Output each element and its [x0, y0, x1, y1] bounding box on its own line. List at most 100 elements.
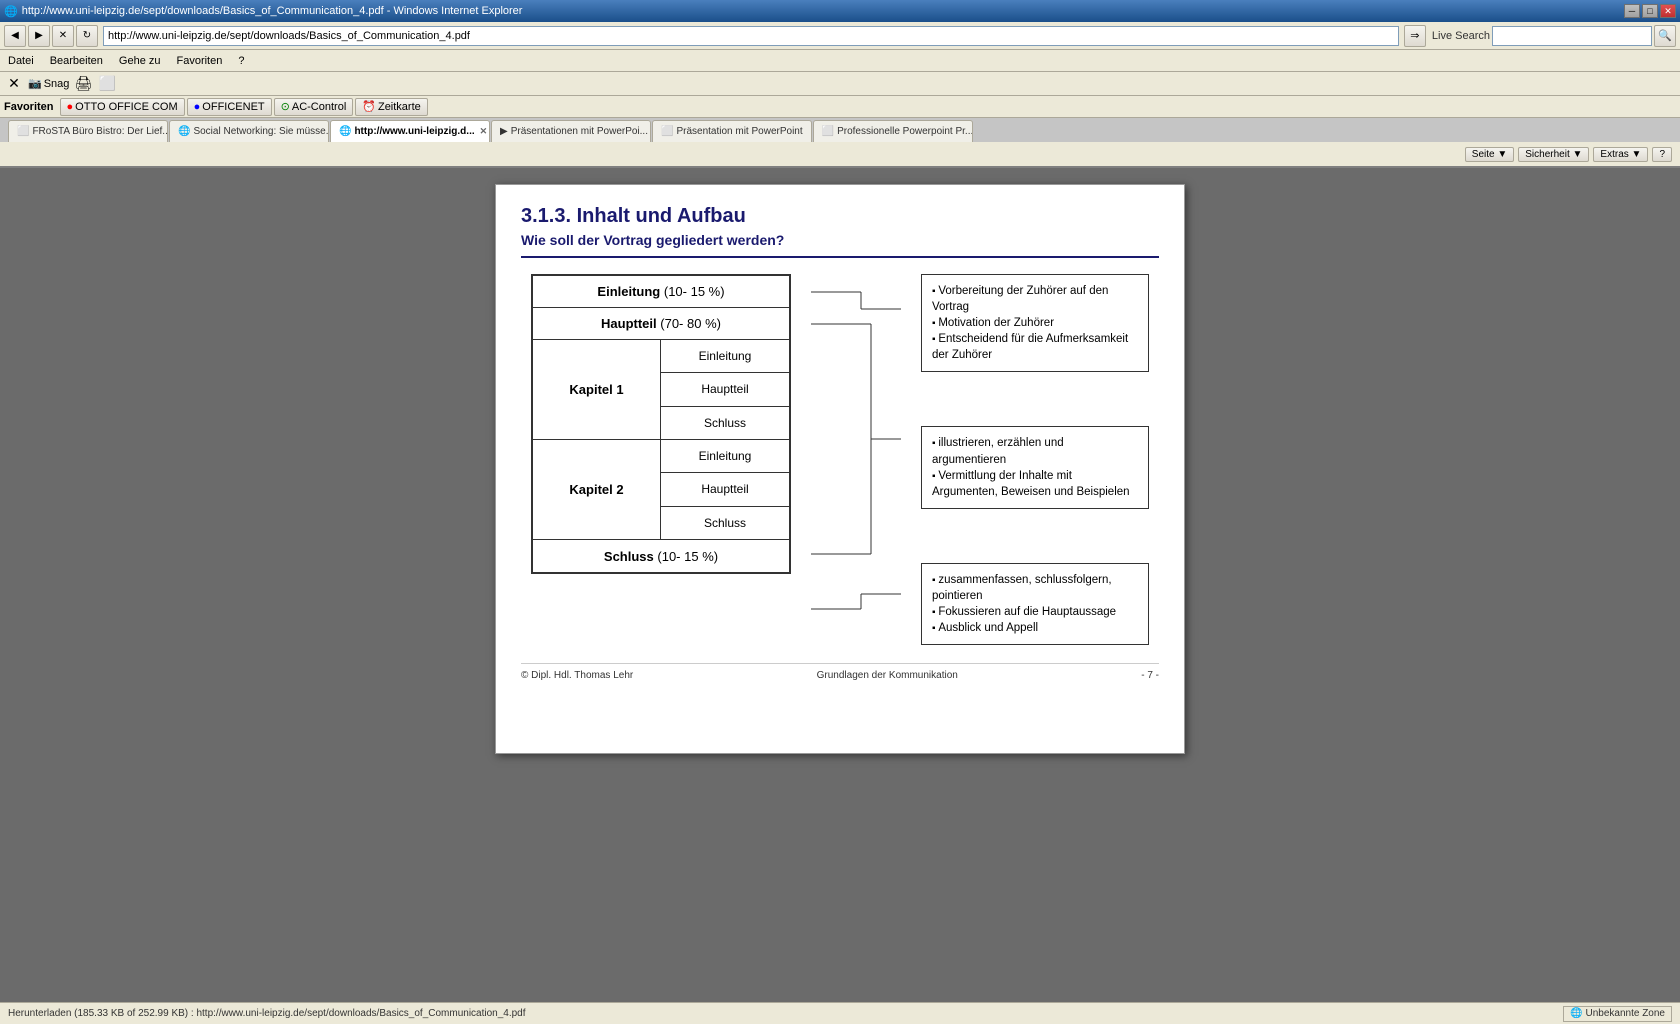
- address-bar[interactable]: [103, 26, 1399, 46]
- kapitel1-sub: Einleitung Hauptteil Schluss: [661, 340, 789, 439]
- close-button[interactable]: ✕: [1660, 4, 1676, 18]
- k2-schluss: Schluss: [661, 507, 789, 539]
- slide-footer: © Dipl. Hdl. Thomas Lehr Grundlagen der …: [521, 663, 1159, 681]
- hauptteil-row: Hauptteil (70- 80 %): [533, 308, 789, 340]
- annotation-2: illustrieren, erzählen und argumentieren…: [921, 426, 1149, 508]
- back-button[interactable]: ◀: [4, 25, 26, 47]
- tab-5[interactable]: ⬜ Professionelle Powerpoint Pr...: [813, 120, 973, 142]
- zone-icon: 🌐: [1570, 1008, 1582, 1019]
- annotations-area: Vorbereitung der Zuhörer auf den Vortrag…: [921, 274, 1149, 645]
- einleitung-percent: (10- 15 %): [664, 284, 725, 299]
- menu-gehe-zu[interactable]: Gehe zu: [115, 53, 165, 69]
- sicherheit-button[interactable]: Sicherheit ▼: [1518, 147, 1589, 162]
- search-label: Live Search: [1432, 30, 1490, 42]
- fav-otto[interactable]: ● OTTO OFFICE COM: [60, 98, 185, 116]
- download-info: Herunterladen (185.33 KB of 252.99 KB) :…: [8, 1008, 526, 1019]
- fav-officenet[interactable]: ● OFFICENET: [187, 98, 272, 116]
- tab-2-favicon: 🌐: [339, 126, 351, 137]
- forward-button[interactable]: ▶: [28, 25, 50, 47]
- tab-2[interactable]: 🌐 http://www.uni-leipzig.d... ✕: [330, 120, 490, 142]
- title-bar: 🌐 http://www.uni-leipzig.de/sept/downloa…: [0, 0, 1680, 22]
- annotation-1: Vorbereitung der Zuhörer auf den Vortrag…: [921, 274, 1149, 372]
- slide-divider: [521, 256, 1159, 258]
- slide-subtitle: Wie soll der Vortrag gegliedert werden?: [521, 232, 1159, 248]
- snag-icon: 📷: [28, 77, 42, 90]
- kapitel2-row: Kapitel 2 Einleitung Hauptteil Schluss: [533, 440, 789, 540]
- zone-label: Unbekannte Zone: [1585, 1008, 1665, 1019]
- tab-0-favicon: ⬜: [17, 126, 29, 137]
- kapitel1-cell: Kapitel 1: [533, 340, 661, 439]
- hauptteil-percent: (70- 80 %): [660, 316, 721, 331]
- k2-hauptteil: Hauptteil: [661, 473, 789, 506]
- refresh-button[interactable]: ↻: [76, 25, 98, 47]
- structure-area: Einleitung (10- 15 %) Hauptteil (70- 80 …: [531, 274, 791, 574]
- titlebar-controls[interactable]: ─ □ ✕: [1624, 4, 1676, 18]
- seite-button[interactable]: Seite ▼: [1465, 147, 1514, 162]
- fav-zeitkarte-icon: ⏰: [362, 100, 376, 113]
- footer-left: © Dipl. Hdl. Thomas Lehr: [521, 670, 633, 681]
- footer-center: Grundlagen der Kommunikation: [817, 670, 958, 681]
- stop-button[interactable]: ✕: [52, 25, 74, 47]
- fav-otto-icon: ●: [67, 101, 74, 113]
- schluss-label: Schluss: [604, 549, 654, 564]
- search-input[interactable]: [1492, 26, 1652, 46]
- snag-label: 📷 Snag: [28, 77, 69, 90]
- favorites-label: Favoriten: [4, 101, 54, 113]
- annotation-3-item-1: Fokussieren auf die Hauptaussage: [932, 604, 1138, 620]
- menu-bar: Datei Bearbeiten Gehe zu Favoriten ?: [0, 50, 1680, 72]
- search-button[interactable]: 🔍: [1654, 25, 1676, 47]
- annotation-3: zusammenfassen, schlussfolgern, pointier…: [921, 563, 1149, 645]
- annotation-3-list: zusammenfassen, schlussfolgern, pointier…: [932, 572, 1138, 636]
- icon-toolbar: ✕ 📷 Snag 🖨 ⬜: [0, 72, 1680, 96]
- tab-3[interactable]: ▶ Präsentationen mit PowerPoi...: [491, 120, 651, 142]
- tab-0[interactable]: ⬜ FRoSTA Büro Bistro: Der Lief...: [8, 120, 168, 142]
- tab-bar: ⬜ FRoSTA Büro Bistro: Der Lief... 🌐 Soci…: [0, 118, 1680, 142]
- einleitung-row: Einleitung (10- 15 %): [533, 276, 789, 308]
- close-icon[interactable]: ✕: [4, 74, 24, 94]
- kapitel2-label: Kapitel 2: [569, 482, 623, 497]
- structure-table: Einleitung (10- 15 %) Hauptteil (70- 80 …: [531, 274, 791, 574]
- minimize-button[interactable]: ─: [1624, 4, 1640, 18]
- menu-favoriten[interactable]: Favoriten: [173, 53, 227, 69]
- secondary-toolbar: Seite ▼ Sicherheit ▼ Extras ▼ ?: [0, 142, 1680, 168]
- menu-datei[interactable]: Datei: [4, 53, 38, 69]
- annotation-2-item-1: Vermittlung der Inhalte mit Argumenten, …: [932, 468, 1138, 500]
- help-button[interactable]: ?: [1652, 147, 1672, 162]
- connector-svg: [811, 274, 901, 644]
- kapitel2-cell: Kapitel 2: [533, 440, 661, 539]
- menu-bearbeiten[interactable]: Bearbeiten: [46, 53, 107, 69]
- tab-4[interactable]: ⬜ Präsentation mit PowerPoint: [652, 120, 812, 142]
- browser-icon: 🌐: [4, 5, 18, 18]
- k1-hauptteil: Hauptteil: [661, 373, 789, 406]
- schluss-row: Schluss (10- 15 %): [533, 540, 789, 572]
- einleitung-cell: Einleitung (10- 15 %): [533, 276, 789, 307]
- slide-title: 3.1.3. Inhalt und Aufbau: [521, 205, 1159, 228]
- einleitung-label: Einleitung: [597, 284, 660, 299]
- print-icon[interactable]: 🖨: [73, 74, 93, 94]
- k1-schluss: Schluss: [661, 407, 789, 439]
- fav-ac-control[interactable]: ⊙ AC-Control: [274, 98, 354, 116]
- kapitel1-label: Kapitel 1: [569, 382, 623, 397]
- fav-zeitkarte[interactable]: ⏰ Zeitkarte: [355, 98, 428, 116]
- tab-1[interactable]: 🌐 Social Networking: Sie müsse...: [169, 120, 329, 142]
- hauptteil-cell: Hauptteil (70- 80 %): [533, 308, 789, 339]
- status-bar: Herunterladen (185.33 KB of 252.99 KB) :…: [0, 1002, 1680, 1024]
- menu-help[interactable]: ?: [234, 53, 248, 69]
- diagram: Einleitung (10- 15 %) Hauptteil (70- 80 …: [531, 274, 1149, 647]
- annotation-1-item-0: Vorbereitung der Zuhörer auf den Vortrag: [932, 283, 1138, 315]
- go-button[interactable]: ⇒: [1404, 25, 1426, 47]
- nav-toolbar: ◀ ▶ ✕ ↻ ⇒ Live Search 🔍: [0, 22, 1680, 50]
- extras-button[interactable]: Extras ▼: [1593, 147, 1648, 162]
- annotation-3-item-2: Ausblick und Appell: [932, 620, 1138, 636]
- tab-2-close[interactable]: ✕: [480, 126, 488, 137]
- annotation-1-list: Vorbereitung der Zuhörer auf den Vortrag…: [932, 283, 1138, 363]
- favorites-bar: Favoriten ● OTTO OFFICE COM ● OFFICENET …: [0, 96, 1680, 118]
- tab-5-favicon: ⬜: [822, 126, 834, 137]
- security-zone: 🌐 Unbekannte Zone: [1563, 1006, 1672, 1022]
- kapitel1-row: Kapitel 1 Einleitung Hauptteil Schluss: [533, 340, 789, 440]
- fav-officenet-icon: ●: [194, 101, 201, 113]
- restore-button[interactable]: □: [1642, 4, 1658, 18]
- fav-ac-icon: ⊙: [281, 100, 290, 113]
- page-icon[interactable]: ⬜: [97, 74, 117, 94]
- k1-einleitung: Einleitung: [661, 340, 789, 373]
